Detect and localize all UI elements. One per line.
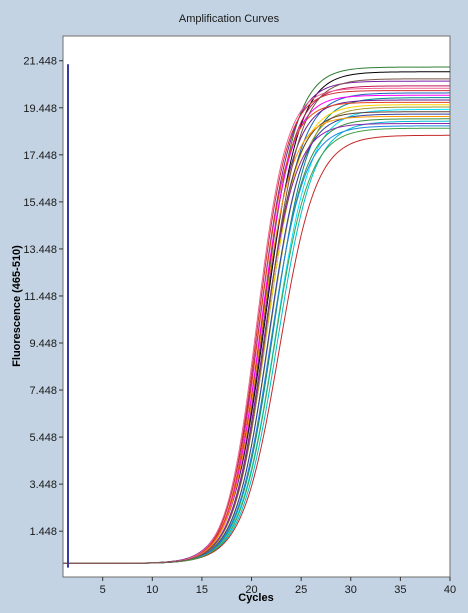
y-tick-label: 13.448 (23, 244, 57, 256)
x-tick-label: 30 (345, 584, 357, 596)
y-tick-label: 11.448 (24, 291, 57, 303)
y-tick-label: 9.448 (29, 338, 57, 350)
amplification-chart: Amplification Curves 1.448 3.448 5.448 7.44… (0, 0, 468, 613)
y-tick-label: 3.448 (29, 479, 57, 491)
x-tick-label: 25 (295, 584, 307, 596)
x-axis-title: Cycles (238, 592, 273, 604)
y-tick-label: 7.448 (29, 385, 57, 397)
y-tick-label: 17.448 (23, 150, 57, 162)
x-tick-label: 40 (444, 584, 456, 596)
y-tick-label: 1.448 (29, 526, 57, 538)
y-tick-label: 5.448 (29, 432, 57, 444)
x-tick-label: 35 (394, 584, 406, 596)
x-tick-label: 5 (100, 584, 106, 596)
plot-area (62, 35, 451, 578)
y-tick-label: 19.448 (23, 103, 57, 115)
x-tick-label: 10 (146, 584, 158, 596)
chart-svg: Amplification Curves 1.448 3.448 5.448 7.44… (0, 0, 468, 613)
x-tick-label: 15 (196, 584, 208, 596)
y-tick-label: 15.448 (23, 197, 57, 209)
y-axis-title: Fluorescence (465-510) (11, 245, 23, 367)
y-tick-label: 21.448 (23, 56, 57, 68)
chart-title: Amplification Curves (179, 13, 280, 25)
